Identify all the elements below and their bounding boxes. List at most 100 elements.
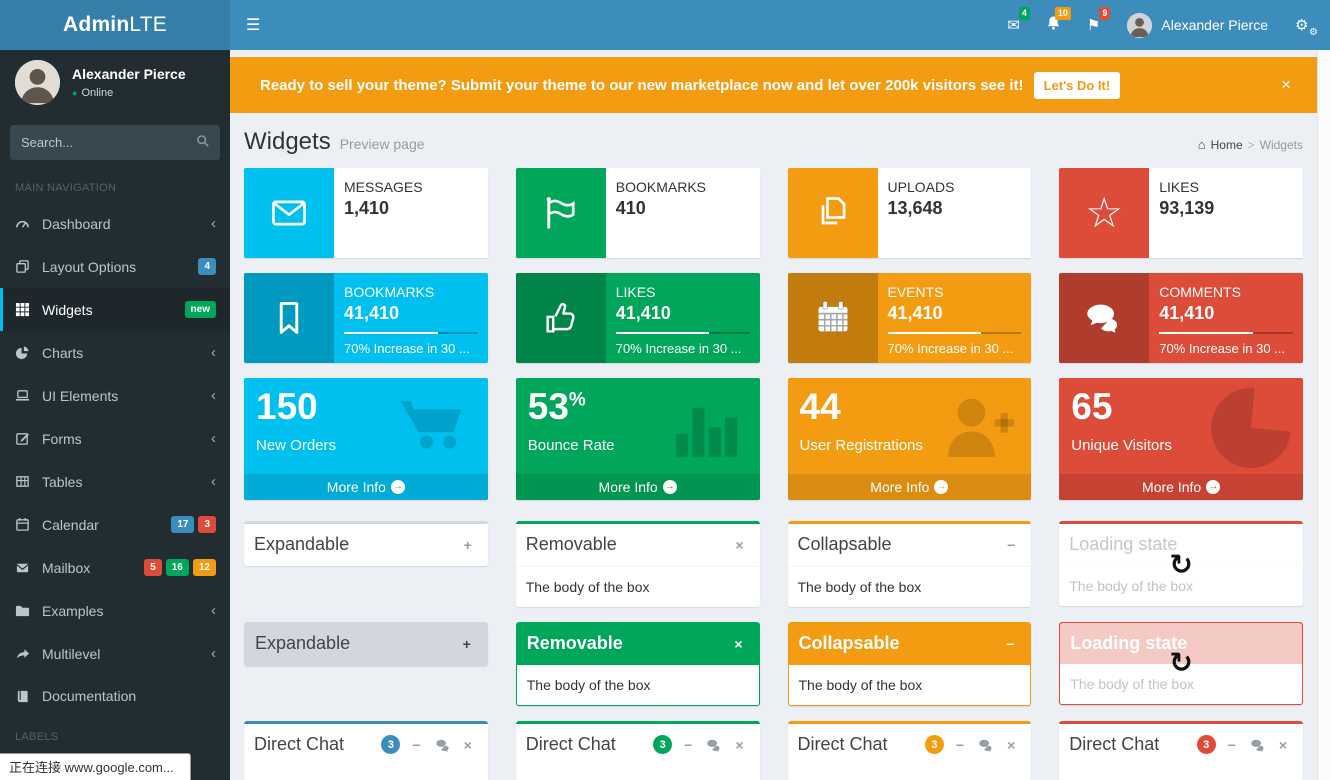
small-box-unique-visitors: 65 Unique Visitors More Info→: [1059, 378, 1303, 500]
sidebar-item-mailbox[interactable]: Mailbox 5 16 12: [0, 546, 230, 589]
sidebar-item-calendar[interactable]: Calendar 17 3: [0, 503, 230, 546]
chat-counter-badge: 3: [925, 735, 944, 754]
sidebar-item-examples[interactable]: Examples ‹: [0, 589, 230, 632]
collapse-button[interactable]: −: [1222, 734, 1242, 756]
ui-elements-icon: [15, 388, 42, 403]
calendar-icon: [788, 273, 878, 363]
collapse-button[interactable]: −: [1001, 534, 1021, 556]
chevron-left-icon: ‹: [211, 215, 216, 232]
logo-bold: Admin: [63, 13, 129, 37]
messages-menu[interactable]: ✉ 4: [994, 0, 1033, 50]
notifications-menu[interactable]: 10: [1033, 0, 1074, 50]
small-box-user-registrations: 44 User Registrations More Info→: [788, 378, 1032, 500]
collapse-button[interactable]: −: [678, 734, 698, 756]
content-area: Ready to sell your theme? Submit your th…: [230, 50, 1330, 780]
expand-button[interactable]: +: [457, 633, 477, 655]
chat-counter-badge: 3: [381, 735, 400, 754]
sidebar-item-widgets[interactable]: Widgets new: [0, 288, 230, 331]
star-icon: ☆: [1059, 168, 1149, 258]
box-expandable-solid: Expandable +: [244, 622, 488, 666]
remove-button[interactable]: ×: [1001, 734, 1021, 756]
lets-do-it-button[interactable]: Let's Do It!: [1034, 72, 1121, 99]
more-info-link[interactable]: More Info→: [1059, 474, 1303, 500]
sidebar-item-ui-elements[interactable]: UI Elements ‹: [0, 374, 230, 417]
progress-bar: [616, 332, 710, 334]
chat-contacts-button[interactable]: [1244, 735, 1271, 755]
expand-button[interactable]: +: [458, 534, 478, 556]
direct-chat-box: Direct Chat 3 − ×: [788, 721, 1032, 780]
chevron-left-icon: ‹: [211, 473, 216, 490]
sidebar-user-info: Alexander Pierce ●Online: [72, 66, 186, 99]
widgets-icon: [15, 302, 42, 317]
remove-button[interactable]: ×: [728, 633, 748, 655]
navbar-right: ✉ 4 10 ⚑ 9 Alexander Pierce ⚙⚙: [994, 0, 1330, 50]
sidebar-user-name: Alexander Pierce: [72, 66, 186, 82]
collapse-button[interactable]: −: [406, 734, 426, 756]
box-removable-solid: Removable × The body of the box: [516, 622, 760, 706]
app-logo[interactable]: AdminLTE: [0, 0, 230, 50]
sidebar-toggle-button[interactable]: ☰: [230, 0, 276, 50]
box-loading-state: Loading state The body of the box ↻: [1059, 521, 1303, 606]
calendar-icon: [15, 517, 42, 532]
sidebar-user-status[interactable]: ●Online: [72, 87, 186, 99]
collapse-button[interactable]: −: [1000, 633, 1020, 655]
more-info-link[interactable]: More Info→: [244, 474, 488, 500]
sidebar-item-documentation[interactable]: Documentation: [0, 675, 230, 717]
sidebar-item-charts[interactable]: Charts ‹: [0, 331, 230, 374]
close-icon[interactable]: ×: [1271, 75, 1301, 95]
sidebar-item-dashboard[interactable]: Dashboard ‹: [0, 202, 230, 245]
direct-chat-row: Direct Chat 3 − × Direct Chat 3 −: [230, 721, 1317, 780]
more-info-link[interactable]: More Info→: [788, 474, 1032, 500]
remove-button[interactable]: ×: [729, 534, 749, 556]
mailbox-icon: [15, 560, 42, 575]
forms-icon: [15, 431, 42, 446]
layout-options-icon: [15, 259, 42, 274]
search-button[interactable]: [185, 125, 220, 160]
sidebar-item-multilevel[interactable]: Multilevel ‹: [0, 632, 230, 675]
more-info-link[interactable]: More Info→: [516, 474, 760, 500]
flag-icon: [516, 168, 606, 258]
count-badge: 4: [198, 258, 216, 275]
envelope-icon: [244, 168, 334, 258]
loading-overlay: ↻: [1060, 623, 1302, 704]
search-input[interactable]: [10, 125, 185, 160]
box-collapsable-solid: Collapsable − The body of the box: [788, 622, 1032, 706]
chat-counter-badge: 3: [1197, 735, 1216, 754]
small-box-new-orders: 150 New Orders More Info→: [244, 378, 488, 500]
new-badge: new: [185, 301, 216, 318]
browser-status-bar: 正在连接 www.google.com...: [0, 753, 191, 780]
tasks-menu[interactable]: ⚑ 9: [1074, 0, 1113, 50]
progress-track: [616, 332, 750, 334]
chat-contacts-button[interactable]: [700, 735, 727, 755]
remove-button[interactable]: ×: [458, 734, 478, 756]
remove-button[interactable]: ×: [1273, 734, 1293, 756]
scrollbar[interactable]: [1317, 50, 1330, 780]
page-title: Widgets: [244, 128, 331, 156]
collapse-button[interactable]: −: [950, 734, 970, 756]
bookmark-icon: [244, 273, 334, 363]
box-body: The body of the box: [789, 665, 1031, 705]
chevron-left-icon: ‹: [211, 430, 216, 447]
arrow-circle-icon: →: [1206, 480, 1220, 494]
chevron-left-icon: ‹: [211, 387, 216, 404]
user-menu[interactable]: Alexander Pierce: [1113, 0, 1282, 50]
content-header: Widgets Preview page ⌂ Home > Widgets: [230, 113, 1317, 168]
tasks-count-badge: 9: [1099, 7, 1110, 20]
sidebar-item-layout-options[interactable]: Layout Options 4: [0, 245, 230, 288]
info-box-likes: ☆ LIKES93,139: [1059, 168, 1303, 258]
info-box-uploads: UPLOADS13,648: [788, 168, 1032, 258]
sidebar-item-tables[interactable]: Tables ‹: [0, 460, 230, 503]
chat-contacts-button[interactable]: [972, 735, 999, 755]
chat-contacts-button[interactable]: [429, 735, 456, 755]
copy-icon: [788, 168, 878, 258]
arrow-circle-icon: →: [663, 480, 677, 494]
solid-box-row: Expandable + Removable × The body of the…: [230, 622, 1317, 706]
breadcrumb-home-link[interactable]: Home: [1211, 138, 1243, 152]
sidebar-item-forms[interactable]: Forms ‹: [0, 417, 230, 460]
avatar: [1127, 13, 1152, 38]
count-badge: 5: [144, 559, 162, 576]
remove-button[interactable]: ×: [729, 734, 749, 756]
direct-chat-box: Direct Chat 3 − ×: [244, 721, 488, 780]
settings-menu[interactable]: ⚙⚙: [1282, 0, 1330, 50]
info-box-events-progress: EVENTS 41,410 70% Increase in 30 ...: [788, 273, 1032, 363]
